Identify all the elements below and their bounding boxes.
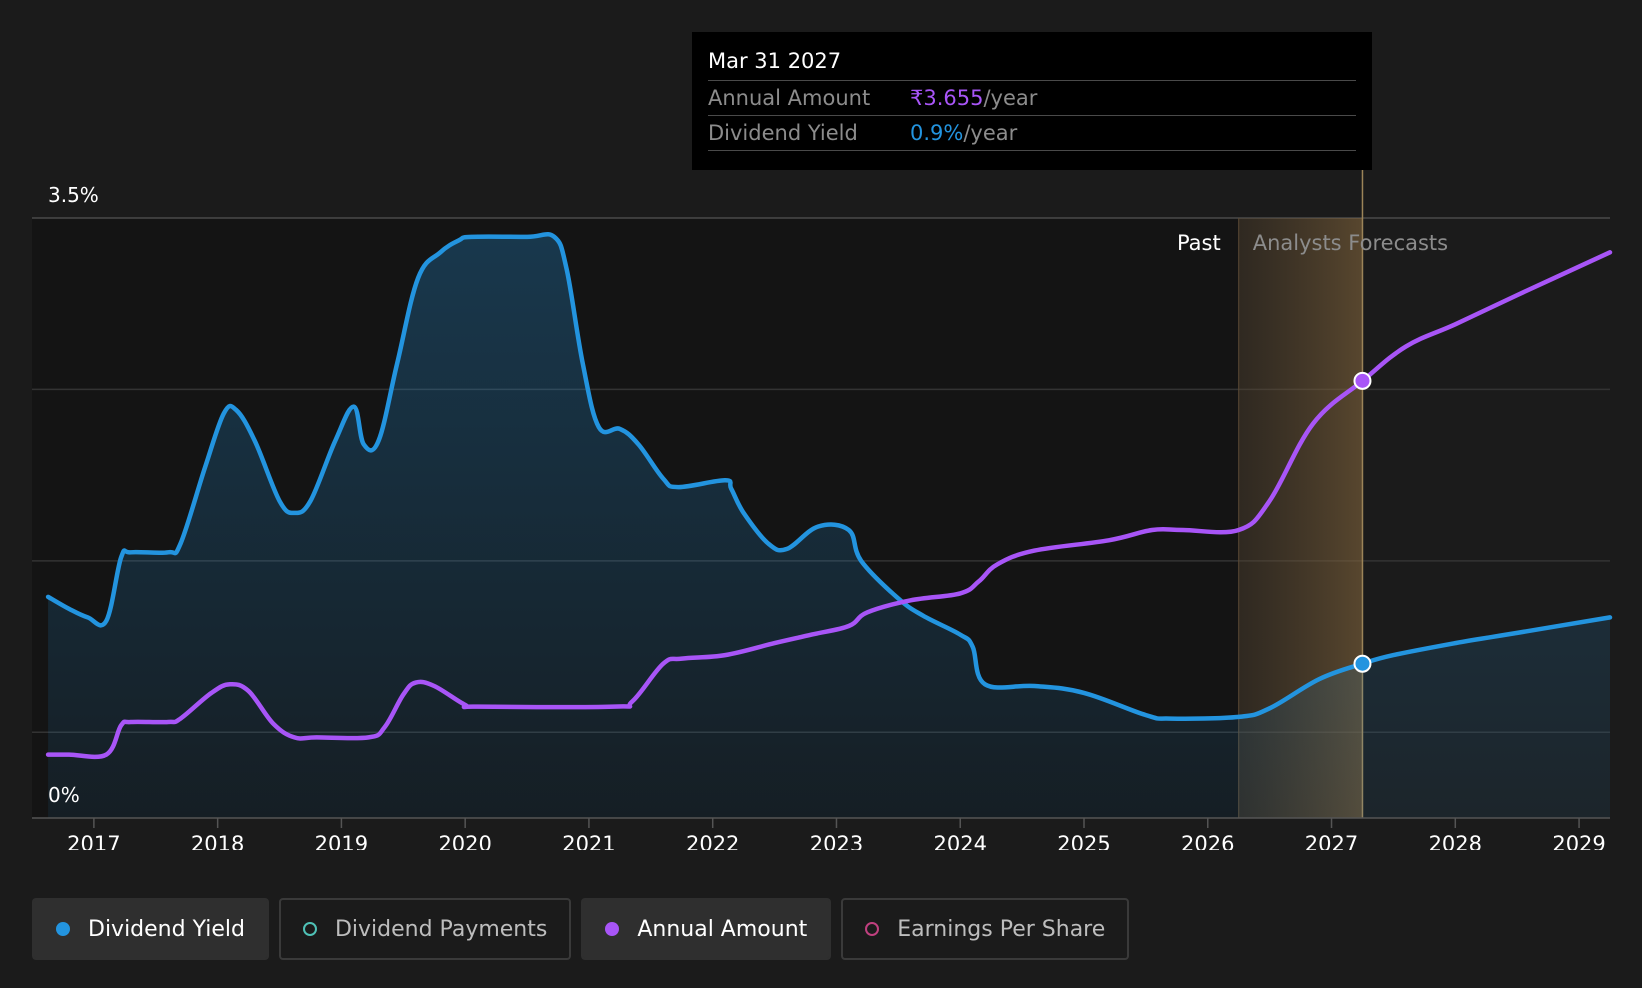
tooltip-value: 0.9% [910, 121, 964, 145]
legend-label: Earnings Per Share [897, 916, 1106, 942]
x-tick-label: 2020 [438, 832, 491, 850]
annual-amount-marker-dot[interactable] [1353, 371, 1372, 390]
tooltip-row-annual-amount: Annual Amount ₹3.655 /year [708, 81, 1356, 116]
y-axis-top-label: 3.5% [48, 183, 99, 207]
x-tick-label: 2028 [1429, 832, 1482, 850]
x-tick-label: 2017 [67, 832, 120, 850]
past-region-label: Past [1177, 231, 1221, 255]
x-tick-label: 2026 [1181, 832, 1234, 850]
x-tick-label: 2024 [934, 832, 987, 850]
tooltip-label: Annual Amount [708, 86, 871, 110]
legend-ring-icon [302, 922, 317, 936]
legend-dot-icon [605, 922, 620, 936]
tooltip-row-dividend-yield: Dividend Yield 0.9% /year [708, 116, 1356, 151]
y-axis-bottom-label: 0% [48, 783, 80, 807]
legend-dividend-yield[interactable]: Dividend Yield [32, 898, 269, 960]
x-tick-label: 2023 [810, 832, 863, 850]
legend-label: Dividend Payments [334, 916, 548, 942]
x-tick-label: 2018 [191, 832, 244, 850]
dividend-yield-marker-dot[interactable] [1353, 654, 1372, 673]
x-tick-label: 2029 [1552, 832, 1605, 850]
tooltip-unit: /year [983, 86, 1038, 110]
legend-earnings-per-share[interactable]: Earnings Per Share [841, 898, 1130, 960]
legend-ring-icon [865, 922, 880, 936]
tooltip-unit: /year [963, 121, 1018, 145]
legend-dot-icon [56, 922, 70, 936]
x-tick-label: 2019 [315, 832, 368, 850]
legend-dividend-payments[interactable]: Dividend Payments [278, 898, 572, 960]
legend-label: Annual Amount [637, 916, 808, 942]
x-tick-label: 2022 [686, 832, 739, 850]
x-tick-label: 2021 [562, 832, 615, 850]
legend-annual-amount[interactable]: Annual Amount [581, 898, 832, 960]
tooltip-date: Mar 31 2027 [708, 46, 1356, 81]
x-tick-label: 2027 [1305, 832, 1358, 850]
legend-label: Dividend Yield [88, 916, 245, 942]
tooltip-label: Dividend Yield [708, 121, 858, 145]
forecast-region-label: Analysts Forecasts [1253, 231, 1448, 255]
x-tick-label: 2025 [1057, 832, 1110, 850]
x-axis-ticks: 2017 2018 2019 2020 2021 2022 2023 2024 2025 2026… [67, 818, 1606, 850]
tooltip-value: ₹3.655 [910, 86, 984, 110]
chart-tooltip: Mar 31 2027 Annual Amount ₹3.655 /year D… [692, 32, 1372, 170]
chart-legend: Dividend Yield Dividend Payments Annual … [32, 898, 1130, 960]
